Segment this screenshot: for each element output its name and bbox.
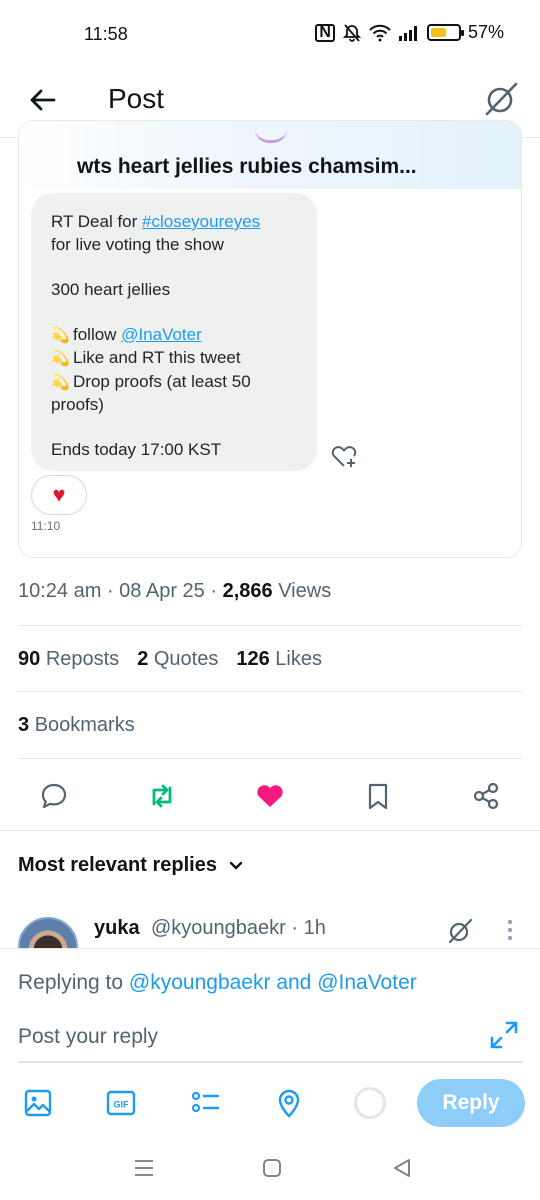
home-icon[interactable]	[260, 1156, 284, 1180]
message-line: 💫 Drop proofs (at least 50	[51, 371, 297, 395]
more-options-icon[interactable]	[500, 917, 520, 943]
character-count-ring	[354, 1087, 386, 1119]
battery-icon	[426, 24, 464, 41]
nfc-icon: N	[315, 23, 335, 42]
reply-input[interactable]	[18, 1021, 458, 1053]
section-divider	[0, 830, 540, 831]
mention-link[interactable]: @InaVoter	[121, 325, 202, 344]
reply-sort-dropdown[interactable]: Most relevant replies	[18, 854, 245, 877]
hashtag-link[interactable]: #closeyoureyes	[142, 212, 260, 231]
post-action-bar	[0, 774, 540, 818]
back-arrow-icon[interactable]	[24, 82, 60, 118]
dizzy-emoji-icon: 💫	[51, 326, 70, 344]
reply-author-handle: @kyoungbaekr · 1h	[151, 917, 326, 939]
mute-icon	[342, 23, 362, 42]
grok-icon[interactable]	[446, 917, 474, 945]
message-time: 11:10	[31, 519, 61, 533]
message-line: proofs)	[51, 395, 104, 414]
repost-icon[interactable]	[146, 780, 178, 812]
views-label: Views	[278, 580, 332, 602]
message-line: RT Deal for #closeyoureyes	[51, 211, 297, 234]
back-nav-icon[interactable]	[390, 1156, 414, 1180]
embed-title: wts heart jellies rubies chamsim...	[77, 155, 417, 178]
image-icon[interactable]	[23, 1088, 53, 1118]
poll-icon[interactable]	[190, 1088, 220, 1118]
quotes-stat[interactable]: 2 Quotes	[137, 648, 218, 671]
message-text: RT Deal for	[51, 212, 143, 231]
add-reaction-icon[interactable]	[329, 441, 359, 471]
message-line: 💫 Like and RT this tweet	[51, 347, 297, 371]
reply-author-name[interactable]: yuka	[94, 917, 140, 940]
chevron-down-icon	[229, 861, 243, 869]
message-line: Ends today 17:00 KST	[51, 440, 222, 459]
views-count: 2,866	[222, 580, 273, 602]
reply-item[interactable]: yuka @kyoungbaekr · 1h	[0, 905, 540, 949]
status-bar: 11:58 N 57%	[0, 0, 540, 64]
likes-stat[interactable]: 126 Likes	[236, 648, 322, 671]
reply-submit-button[interactable]: Reply	[417, 1079, 525, 1127]
replying-to-line: Replying to @kyoungbaekr and @InaVoter	[18, 971, 417, 994]
signal-icon	[398, 25, 417, 41]
post-timestamp: 10:24 am · 08 Apr 25 · 2,866 Views	[18, 580, 332, 602]
bookmark-icon[interactable]	[362, 780, 394, 812]
avatar[interactable]	[18, 917, 78, 949]
post-time: 10:24 am	[18, 580, 102, 602]
divider	[18, 758, 522, 759]
message-text: follow	[73, 324, 122, 344]
post-date: 08 Apr 25	[119, 580, 205, 602]
reply-composer: Replying to @kyoungbaekr and @InaVoter	[0, 948, 540, 1078]
gif-icon[interactable]: GIF	[106, 1088, 136, 1118]
bookmarks-stat[interactable]: 3 Bookmarks	[18, 714, 135, 737]
engagement-stats: 90 Reposts 2 Quotes 126 Likes	[18, 648, 322, 671]
message-text: Drop proofs (at least 50	[73, 371, 251, 391]
message-line: for live voting the show	[51, 234, 224, 254]
expand-icon[interactable]	[488, 1019, 520, 1051]
battery-percent: 57%	[467, 22, 504, 42]
dizzy-emoji-icon: 💫	[51, 350, 70, 367]
status-time: 11:58	[84, 24, 128, 44]
like-heart-icon[interactable]	[254, 780, 286, 812]
mention-link[interactable]: @kyoungbaekr	[129, 971, 271, 994]
message-bubble: RT Deal for #closeyoureyes for live voti…	[31, 193, 317, 471]
embedded-media-card[interactable]: wts heart jellies rubies chamsim... RT D…	[18, 120, 522, 558]
page-title: Post	[108, 83, 165, 114]
reposts-stat[interactable]: 90 Reposts	[18, 648, 119, 671]
message-text: Like and RT this tweet	[73, 348, 241, 367]
divider	[18, 625, 522, 626]
wifi-icon	[369, 24, 391, 41]
divider	[18, 691, 522, 692]
message-line: 300 heart jellies	[51, 279, 171, 299]
dizzy-emoji-icon: 💫	[51, 373, 70, 391]
heart-reaction[interactable]: ♥	[31, 475, 87, 515]
reply-sort-label: Most relevant replies	[18, 854, 217, 876]
battery-fill	[430, 28, 446, 37]
message-line: 💫 follow @InaVoter	[51, 324, 297, 348]
location-icon[interactable]	[274, 1088, 304, 1118]
composer-divider	[18, 1061, 522, 1063]
composer-toolbar: GIF Reply	[0, 1078, 540, 1130]
system-nav-bar	[0, 1140, 540, 1200]
mention-link[interactable]: @InaVoter	[317, 971, 417, 994]
grok-icon[interactable]	[482, 80, 520, 118]
share-icon[interactable]	[470, 780, 502, 812]
recent-apps-icon[interactable]	[132, 1156, 156, 1180]
reply-icon[interactable]	[38, 780, 70, 812]
status-icons: N 57%	[315, 22, 504, 43]
svg-text:GIF: GIF	[114, 1100, 130, 1110]
